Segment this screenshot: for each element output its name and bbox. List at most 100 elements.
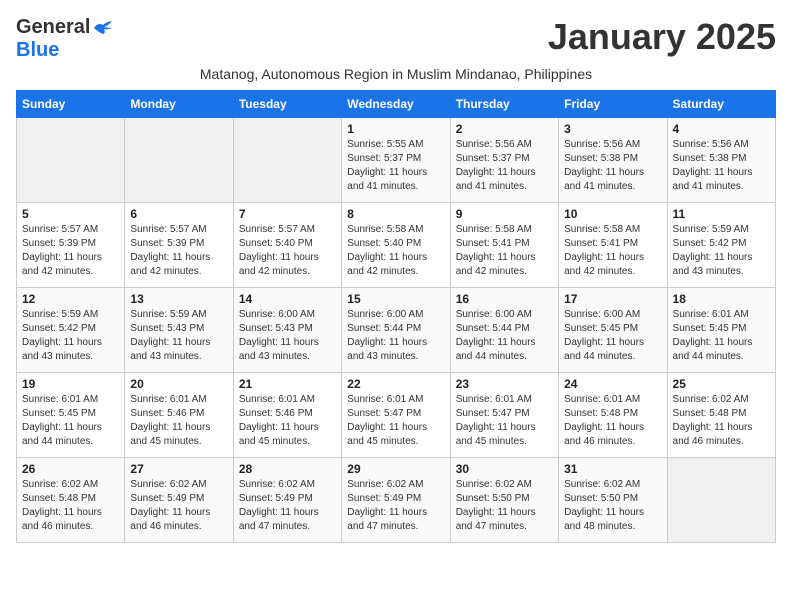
- logo: General Blue: [16, 16, 114, 62]
- day-info: Sunrise: 6:02 AM Sunset: 5:49 PM Dayligh…: [130, 478, 227, 534]
- day-number: 24: [564, 377, 661, 391]
- calendar-cell: 26Sunrise: 6:02 AM Sunset: 5:48 PM Dayli…: [17, 458, 125, 543]
- calendar-cell: 13Sunrise: 5:59 AM Sunset: 5:43 PM Dayli…: [125, 288, 233, 373]
- day-number: 15: [347, 292, 444, 306]
- day-info: Sunrise: 6:02 AM Sunset: 5:48 PM Dayligh…: [673, 393, 770, 449]
- calendar-cell: 23Sunrise: 6:01 AM Sunset: 5:47 PM Dayli…: [450, 373, 558, 458]
- day-info: Sunrise: 6:01 AM Sunset: 5:45 PM Dayligh…: [673, 308, 770, 364]
- calendar-cell: 12 Sunrise: 5:59 AM Sunset: 5:42 PM Dayli…: [17, 288, 125, 373]
- day-number: 26: [22, 462, 119, 476]
- calendar-cell: 22 Sunrise: 6:01 AM Sunset: 5:47 PM Dayli…: [342, 373, 450, 458]
- day-number: 8: [347, 207, 444, 221]
- day-number: 22: [347, 377, 444, 391]
- day-info: Sunrise: 5:58 AM Sunset: 5:40 PM Dayligh…: [347, 223, 444, 279]
- day-info: Sunrise: 5:59 AM Sunset: 5:42 PM Dayligh…: [22, 308, 119, 364]
- day-number: 2: [456, 122, 553, 136]
- day-info: Sunrise: 5:59 AM Sunset: 5:43 PM Dayligh…: [130, 308, 227, 364]
- day-info: Sunrise: 6:00 AM Sunset: 5:45 PM Dayligh…: [564, 308, 661, 364]
- day-number: 3: [564, 122, 661, 136]
- logo-bird-icon: [92, 20, 114, 36]
- weekday-header-tuesday: Tuesday: [233, 91, 341, 118]
- calendar-cell: 17 Sunrise: 6:00 AM Sunset: 5:45 PM Dayli…: [559, 288, 667, 373]
- day-info: Sunrise: 5:58 AM Sunset: 5:41 PM Dayligh…: [564, 223, 661, 279]
- day-number: 16: [456, 292, 553, 306]
- day-number: 7: [239, 207, 336, 221]
- calendar-cell: 1 Sunrise: 5:55 AM Sunset: 5:37 PM Daylig…: [342, 118, 450, 203]
- day-number: 20: [130, 377, 227, 391]
- day-info: Sunrise: 6:02 AM Sunset: 5:49 PM Dayligh…: [239, 478, 336, 534]
- day-info: Sunrise: 6:01 AM Sunset: 5:45 PM Dayligh…: [22, 393, 119, 449]
- calendar-cell: 5 Sunrise: 5:57 AM Sunset: 5:39 PM Daylig…: [17, 203, 125, 288]
- day-number: 4: [673, 122, 770, 136]
- calendar-cell: [667, 458, 775, 543]
- day-number: 11: [673, 207, 770, 221]
- day-info: Sunrise: 6:00 AM Sunset: 5:44 PM Dayligh…: [456, 308, 553, 364]
- week-row-1: 1 Sunrise: 5:55 AM Sunset: 5:37 PM Daylig…: [17, 118, 776, 203]
- day-number: 14: [239, 292, 336, 306]
- day-number: 27: [130, 462, 227, 476]
- calendar-cell: 9Sunrise: 5:58 AM Sunset: 5:41 PM Daylig…: [450, 203, 558, 288]
- calendar-subtitle: Matanog, Autonomous Region in Muslim Min…: [16, 66, 776, 82]
- calendar-cell: 21 Sunrise: 6:01 AM Sunset: 5:46 PM Dayli…: [233, 373, 341, 458]
- day-number: 28: [239, 462, 336, 476]
- day-info: Sunrise: 6:01 AM Sunset: 5:48 PM Dayligh…: [564, 393, 661, 449]
- weekday-header-row: SundayMondayTuesdayWednesdayThursdayFrid…: [17, 91, 776, 118]
- day-info: Sunrise: 5:57 AM Sunset: 5:39 PM Dayligh…: [22, 223, 119, 279]
- day-number: 10: [564, 207, 661, 221]
- calendar-cell: 18Sunrise: 6:01 AM Sunset: 5:45 PM Dayli…: [667, 288, 775, 373]
- day-number: 6: [130, 207, 227, 221]
- calendar-cell: 28 Sunrise: 6:02 AM Sunset: 5:49 PM Dayli…: [233, 458, 341, 543]
- calendar-cell: [125, 118, 233, 203]
- day-info: Sunrise: 6:01 AM Sunset: 5:46 PM Dayligh…: [239, 393, 336, 449]
- month-title: January 2025: [548, 16, 776, 58]
- calendar-cell: 20Sunrise: 6:01 AM Sunset: 5:46 PM Dayli…: [125, 373, 233, 458]
- calendar-cell: 25 Sunrise: 6:02 AM Sunset: 5:48 PM Dayli…: [667, 373, 775, 458]
- calendar-cell: 2Sunrise: 5:56 AM Sunset: 5:37 PM Daylig…: [450, 118, 558, 203]
- day-info: Sunrise: 6:01 AM Sunset: 5:47 PM Dayligh…: [347, 393, 444, 449]
- logo-blue: Blue: [16, 39, 59, 61]
- weekday-header-sunday: Sunday: [17, 91, 125, 118]
- calendar-cell: 19Sunrise: 6:01 AM Sunset: 5:45 PM Dayli…: [17, 373, 125, 458]
- calendar-cell: 27 Sunrise: 6:02 AM Sunset: 5:49 PM Dayli…: [125, 458, 233, 543]
- day-info: Sunrise: 5:55 AM Sunset: 5:37 PM Dayligh…: [347, 138, 444, 194]
- calendar-cell: 3 Sunrise: 5:56 AM Sunset: 5:38 PM Daylig…: [559, 118, 667, 203]
- calendar-cell: 30 Sunrise: 6:02 AM Sunset: 5:50 PM Dayli…: [450, 458, 558, 543]
- calendar-cell: [17, 118, 125, 203]
- calendar-cell: 14 Sunrise: 6:00 AM Sunset: 5:43 PM Dayli…: [233, 288, 341, 373]
- day-info: Sunrise: 6:01 AM Sunset: 5:47 PM Dayligh…: [456, 393, 553, 449]
- day-info: Sunrise: 6:00 AM Sunset: 5:44 PM Dayligh…: [347, 308, 444, 364]
- day-number: 9: [456, 207, 553, 221]
- weekday-header-friday: Friday: [559, 91, 667, 118]
- calendar-cell: 8 Sunrise: 5:58 AM Sunset: 5:40 PM Daylig…: [342, 203, 450, 288]
- calendar-cell: 6Sunrise: 5:57 AM Sunset: 5:39 PM Daylig…: [125, 203, 233, 288]
- calendar-table: SundayMondayTuesdayWednesdayThursdayFrid…: [16, 90, 776, 543]
- day-number: 25: [673, 377, 770, 391]
- page-header: General Blue January 2025: [16, 16, 776, 62]
- week-row-5: 26Sunrise: 6:02 AM Sunset: 5:48 PM Dayli…: [17, 458, 776, 543]
- day-info: Sunrise: 6:02 AM Sunset: 5:50 PM Dayligh…: [456, 478, 553, 534]
- day-number: 12: [22, 292, 119, 306]
- calendar-cell: 10 Sunrise: 5:58 AM Sunset: 5:41 PM Dayli…: [559, 203, 667, 288]
- calendar-cell: 16 Sunrise: 6:00 AM Sunset: 5:44 PM Dayli…: [450, 288, 558, 373]
- day-number: 30: [456, 462, 553, 476]
- calendar-cell: 11 Sunrise: 5:59 AM Sunset: 5:42 PM Dayli…: [667, 203, 775, 288]
- day-info: Sunrise: 5:56 AM Sunset: 5:38 PM Dayligh…: [673, 138, 770, 194]
- day-number: 21: [239, 377, 336, 391]
- day-number: 1: [347, 122, 444, 136]
- day-info: Sunrise: 5:59 AM Sunset: 5:42 PM Dayligh…: [673, 223, 770, 279]
- calendar-cell: 24 Sunrise: 6:01 AM Sunset: 5:48 PM Dayli…: [559, 373, 667, 458]
- day-info: Sunrise: 5:57 AM Sunset: 5:40 PM Dayligh…: [239, 223, 336, 279]
- day-number: 17: [564, 292, 661, 306]
- weekday-header-monday: Monday: [125, 91, 233, 118]
- calendar-cell: [233, 118, 341, 203]
- day-number: 31: [564, 462, 661, 476]
- weekday-header-thursday: Thursday: [450, 91, 558, 118]
- calendar-cell: 31Sunrise: 6:02 AM Sunset: 5:50 PM Dayli…: [559, 458, 667, 543]
- week-row-4: 19Sunrise: 6:01 AM Sunset: 5:45 PM Dayli…: [17, 373, 776, 458]
- day-info: Sunrise: 6:02 AM Sunset: 5:49 PM Dayligh…: [347, 478, 444, 534]
- day-info: Sunrise: 6:00 AM Sunset: 5:43 PM Dayligh…: [239, 308, 336, 364]
- day-number: 5: [22, 207, 119, 221]
- day-info: Sunrise: 5:56 AM Sunset: 5:38 PM Dayligh…: [564, 138, 661, 194]
- weekday-header-wednesday: Wednesday: [342, 91, 450, 118]
- week-row-3: 12 Sunrise: 5:59 AM Sunset: 5:42 PM Dayli…: [17, 288, 776, 373]
